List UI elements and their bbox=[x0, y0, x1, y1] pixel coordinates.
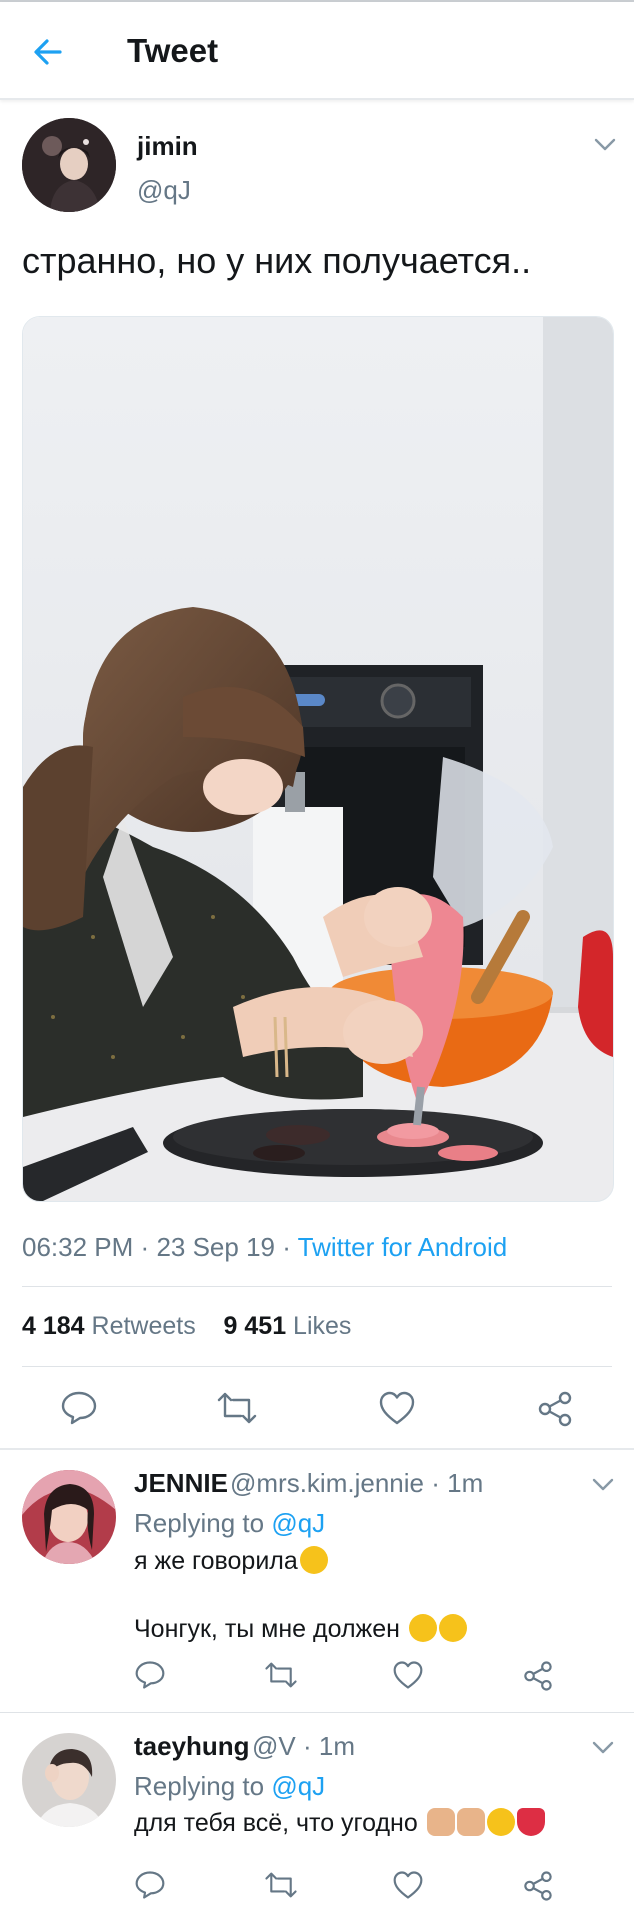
reply-icon[interactable] bbox=[134, 1870, 166, 1900]
share-icon[interactable] bbox=[536, 1390, 574, 1428]
tweet-photo[interactable] bbox=[22, 316, 614, 1202]
retweets-count: 4 184 bbox=[22, 1312, 85, 1340]
avatar[interactable] bbox=[22, 118, 116, 212]
reply-text: для тебя всё, что угодно bbox=[134, 1809, 418, 1837]
point-left-emoji-icon bbox=[456, 1808, 485, 1836]
meta-separator: · bbox=[302, 1731, 312, 1761]
smirk-emoji-icon bbox=[299, 1546, 328, 1574]
reply-time: 1m bbox=[318, 1731, 356, 1761]
meta-separator: · bbox=[282, 1232, 291, 1262]
reply-text-line2: Чонгук, ты мне должен bbox=[134, 1614, 467, 1644]
author-name[interactable]: jimin bbox=[137, 131, 198, 162]
divider bbox=[0, 1712, 634, 1713]
retweet-icon[interactable] bbox=[264, 1660, 298, 1690]
tweet-text: странно, но у них получается.. bbox=[22, 240, 532, 281]
tweet-meta: 06:32 PM · 23 Sep 19 · Twitter for Andro… bbox=[22, 1232, 507, 1263]
like-icon[interactable] bbox=[392, 1660, 424, 1690]
avatar[interactable] bbox=[22, 1733, 116, 1827]
like-icon[interactable] bbox=[378, 1390, 416, 1426]
page-title: Tweet bbox=[127, 32, 219, 69]
reply-text: Чонгук, ты мне должен bbox=[134, 1615, 400, 1643]
tweet-stats: 4 184 Retweets 9 451 Likes bbox=[22, 1312, 351, 1341]
rofl-emoji-icon bbox=[408, 1614, 437, 1642]
reply-author-name[interactable]: JENNIE bbox=[134, 1468, 228, 1499]
likes-label: Likes bbox=[293, 1312, 352, 1340]
likes-stat[interactable]: 9 451 Likes bbox=[224, 1312, 352, 1340]
replying-label: Replying to bbox=[134, 1508, 265, 1538]
reply-handle[interactable]: @mrs.kim.jennie bbox=[230, 1468, 424, 1498]
app-header: Tweet bbox=[0, 2, 634, 100]
share-icon[interactable] bbox=[522, 1870, 554, 1902]
replying-to: Replying to @qJ bbox=[134, 1508, 325, 1539]
point-right-emoji-icon bbox=[426, 1808, 455, 1836]
retweet-icon[interactable] bbox=[264, 1870, 298, 1900]
smirk-emoji-icon bbox=[438, 1614, 467, 1642]
tweet-time: 06:32 PM bbox=[22, 1232, 134, 1262]
retweets-stat[interactable]: 4 184 Retweets bbox=[22, 1312, 196, 1340]
reply-text: я же говорила bbox=[134, 1547, 298, 1575]
reply-author-meta: @mrs.kim.jennie · 1m bbox=[230, 1468, 483, 1499]
author-handle[interactable]: @qJ bbox=[137, 175, 191, 206]
replying-to: Replying to @qJ bbox=[134, 1771, 325, 1802]
replying-to-link[interactable]: @qJ bbox=[271, 1508, 325, 1538]
tweet-date: 23 Sep 19 bbox=[156, 1232, 275, 1262]
reply-handle[interactable]: @V bbox=[252, 1731, 296, 1761]
back-arrow-icon[interactable] bbox=[28, 32, 68, 72]
replying-to-link[interactable]: @qJ bbox=[271, 1771, 325, 1801]
rofl-emoji-icon bbox=[486, 1808, 515, 1836]
chevron-down-icon[interactable] bbox=[592, 1478, 614, 1492]
reply-icon[interactable] bbox=[134, 1660, 166, 1690]
likes-count: 9 451 bbox=[223, 1312, 287, 1340]
reply-time: 1m bbox=[447, 1468, 484, 1498]
meta-separator: · bbox=[431, 1468, 440, 1498]
reply-text-line1: я же говорила bbox=[134, 1546, 328, 1576]
reply-icon[interactable] bbox=[60, 1390, 98, 1426]
retweets-label: Retweets bbox=[91, 1312, 196, 1340]
tweet-source-link[interactable]: Twitter for Android bbox=[298, 1232, 508, 1262]
share-icon[interactable] bbox=[522, 1660, 554, 1692]
chevron-down-icon[interactable] bbox=[594, 138, 616, 152]
chevron-down-icon[interactable] bbox=[592, 1741, 614, 1755]
replying-label: Replying to bbox=[134, 1771, 265, 1801]
avatar[interactable] bbox=[22, 1470, 116, 1564]
divider bbox=[22, 1366, 612, 1367]
reply-author-name[interactable]: taeyhung bbox=[134, 1731, 250, 1762]
retweet-icon[interactable] bbox=[216, 1390, 258, 1426]
divider bbox=[22, 1286, 612, 1287]
reply-author-meta: @V · 1m bbox=[252, 1731, 355, 1762]
divider bbox=[0, 1448, 634, 1450]
like-icon[interactable] bbox=[392, 1870, 424, 1900]
reply-text-line1: для тебя всё, что угодно bbox=[134, 1808, 545, 1838]
red-heart-emoji-icon bbox=[516, 1808, 545, 1836]
meta-separator: · bbox=[140, 1232, 150, 1262]
